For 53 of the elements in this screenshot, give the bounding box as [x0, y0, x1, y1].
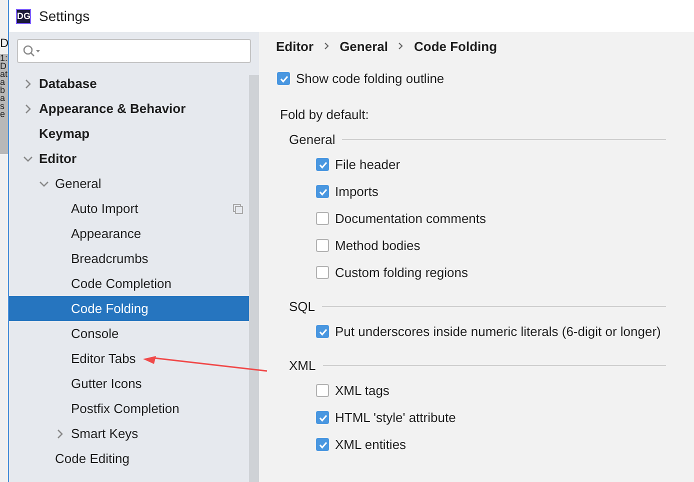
tool-window-tab[interactable]: 1: Database	[0, 54, 8, 154]
checkbox-option[interactable]: Imports	[276, 178, 694, 205]
scrollbar[interactable]	[249, 75, 259, 482]
group-title: General	[289, 132, 336, 146]
chevron-icon	[55, 428, 65, 438]
sidebar-item[interactable]: Appearance	[9, 221, 249, 246]
sidebar-item[interactable]: Auto Import	[9, 196, 249, 221]
checkmark-icon	[278, 74, 288, 84]
sidebar-item[interactable]: Console	[9, 321, 249, 346]
app-logo-icon: DG	[16, 8, 31, 24]
search-icon	[23, 45, 41, 57]
checkbox-option[interactable]: HTML 'style' attribute	[276, 404, 694, 431]
sidebar-item[interactable]: Gutter Icons	[9, 371, 249, 396]
checkbox-option[interactable]: Custom folding regions	[276, 259, 694, 286]
chevron-icon	[23, 104, 33, 114]
checkbox-option[interactable]: Put underscores inside numeric literals (6-digit or longer)	[276, 318, 694, 345]
checkbox-option[interactable]: Method bodies	[276, 232, 694, 259]
sidebar-item[interactable]: Code Folding	[9, 296, 249, 321]
checkmark-icon	[318, 412, 328, 422]
section-label: Fold by default:	[280, 107, 370, 124]
tab-label[interactable]: D	[0, 32, 8, 54]
checkmark-icon	[318, 440, 328, 450]
chevron-icon	[39, 178, 49, 188]
sidebar-item[interactable]: Database	[9, 71, 249, 96]
sidebar-item[interactable]: Postfix Completion	[9, 396, 249, 421]
checkmark-icon	[318, 186, 328, 196]
breadcrumb-item[interactable]: General	[340, 38, 388, 54]
checkmark-icon	[318, 160, 328, 170]
sidebar-item[interactable]: Appearance & Behavior	[9, 96, 249, 121]
search-field[interactable]	[17, 39, 251, 63]
chevron-icon	[23, 78, 33, 88]
breadcrumb-item[interactable]: Code Folding	[414, 38, 498, 54]
group-title: XML	[289, 358, 316, 372]
checkmark-icon	[318, 326, 328, 336]
chevron-icon	[398, 42, 404, 50]
checkbox-option[interactable]: XML tags	[276, 377, 694, 404]
chevron-icon	[23, 154, 33, 164]
checkbox-option[interactable]: XML entities	[276, 431, 694, 458]
checkbox-option[interactable]: Documentation comments	[276, 205, 694, 232]
sidebar-item[interactable]: Editor Tabs	[9, 346, 249, 371]
sidebar-item[interactable]: Code Editing	[9, 446, 249, 471]
group-title: SQL	[289, 298, 316, 314]
checkbox-option[interactable]: File header	[276, 151, 694, 178]
sidebar-item[interactable]: General	[9, 171, 249, 196]
checkbox-option[interactable]: Show code folding outline	[276, 65, 694, 92]
sidebar-item[interactable]: Editor	[9, 146, 249, 171]
sidebar-item[interactable]: Breadcrumbs	[9, 246, 249, 271]
chevron-icon	[324, 42, 330, 50]
breadcrumb-item[interactable]: Editor	[276, 38, 314, 54]
sidebar-item[interactable]: Code Completion	[9, 271, 249, 296]
sidebar-item[interactable]: Keymap	[9, 121, 249, 146]
sidebar-item[interactable]: Smart Keys	[9, 421, 249, 446]
window-title: Settings	[39, 8, 90, 24]
